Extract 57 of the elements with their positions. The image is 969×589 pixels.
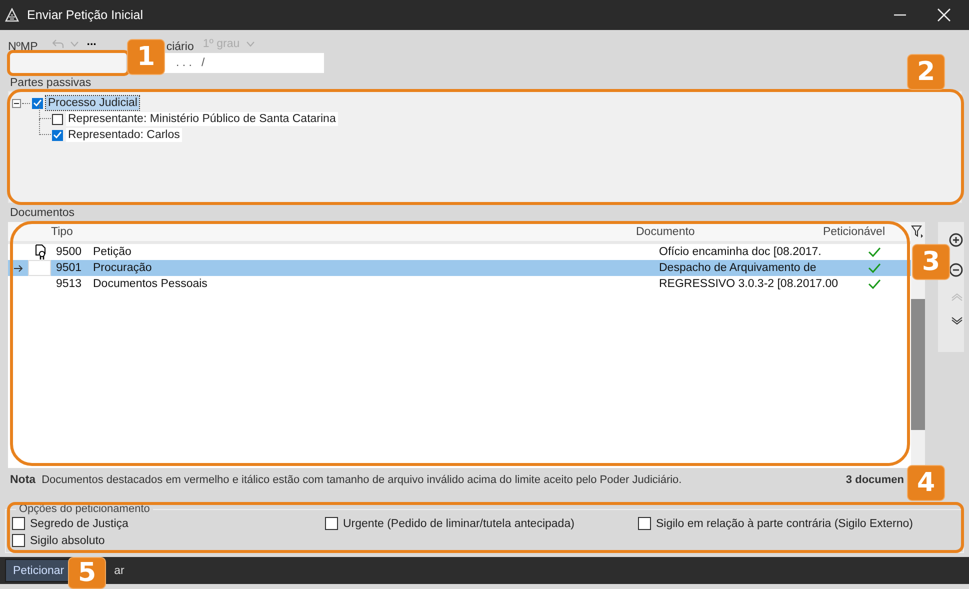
close-icon[interactable] <box>937 8 951 22</box>
process-field[interactable]: . . . / <box>164 53 324 73</box>
checkbox[interactable] <box>638 517 651 530</box>
move-down-icon[interactable] <box>951 317 963 325</box>
checkbox[interactable] <box>52 130 63 140</box>
tree-item[interactable]: Representante: Ministério Público de Santa Catarina <box>66 112 338 126</box>
table-cell-text: Documentos Pessoais <box>93 278 208 290</box>
table-row[interactable]: 9513 Documentos Pessoais REGRESSIVO 3.0.3-2 [08.2017.00 <box>8 276 911 292</box>
note-text: Documentos destacados em vermelho e itálico estão com tamanho de arquivo inválido acima do limite aceito pelo Poder Judiciário. <box>42 474 682 486</box>
more-button[interactable]: ... <box>86 36 96 48</box>
table-cell-text: Ofício encaminha doc [08.2017. <box>659 246 822 258</box>
checkbox[interactable] <box>52 114 63 124</box>
mp-label: NºMP <box>8 41 38 53</box>
step-badge: 3 <box>912 244 950 280</box>
table-cell-text: 9513 <box>55 278 83 290</box>
table-cell-text: 9500 <box>55 246 83 258</box>
step-badge: 4 <box>907 465 945 501</box>
check-icon <box>53 131 62 139</box>
step-badge: 2 <box>907 54 945 90</box>
remove-icon[interactable] <box>949 263 963 277</box>
mp-field[interactable] <box>8 53 126 73</box>
app-logo-icon <box>5 8 19 22</box>
table-cell: REGRESSIVO 3.0.3-2 [08.2017.00 <box>659 278 839 290</box>
caret-icon <box>246 41 255 47</box>
checkbox[interactable] <box>325 517 338 530</box>
table-cell-text: Despacho de Arquivamento de <box>659 262 818 274</box>
checkbox-label[interactable]: Sigilo em relação à parte contrária (Sigilo Externo) <box>656 518 913 530</box>
tree-item[interactable]: Representado: Carlos <box>66 128 182 142</box>
column-header[interactable]: Tipo <box>28 226 636 238</box>
selected-row[interactable]: 9501 Procuração Despacho de Arquivamento de <box>8 260 911 276</box>
tree-item[interactable]: Processo Judicial <box>46 96 140 110</box>
table-cell-text: 9501 <box>55 262 83 274</box>
checkbox-label[interactable]: Segredo de Justiça <box>30 518 128 530</box>
court-label: ciário <box>166 41 194 53</box>
note-label: Nota <box>10 474 36 486</box>
table-cell-text: Procuração <box>93 262 153 274</box>
step-badge: 5 <box>68 557 106 589</box>
add-icon[interactable] <box>949 233 963 247</box>
filter-icon[interactable] <box>911 225 924 239</box>
collapse-toggle[interactable] <box>12 98 21 108</box>
check-icon <box>33 99 42 107</box>
column-header[interactable]: Documento <box>636 226 815 238</box>
checkbox[interactable] <box>32 98 43 108</box>
group-title: Partes passivas <box>10 77 92 89</box>
checkbox[interactable] <box>12 517 25 530</box>
checkbox[interactable] <box>12 534 25 547</box>
checkbox-label[interactable]: Sigilo absoluto <box>30 534 105 546</box>
checkbox-label[interactable]: Urgente (Pedido de liminar/tutela antecipada) <box>343 518 574 530</box>
collapse-icon <box>12 98 21 108</box>
action-button[interactable]: ar <box>110 559 128 582</box>
document-count: 3 documen <box>846 474 904 486</box>
group-title: Documentos <box>10 207 75 219</box>
window-title: Enviar Petição Inicial <box>27 8 144 22</box>
table-row[interactable]: 9500 Petição Ofício encaminha doc [08.2017. <box>8 244 911 260</box>
step-badge: 1 <box>127 39 165 75</box>
column-header[interactable]: Peticionável <box>815 226 889 238</box>
table-cell-text: Petição <box>93 246 132 258</box>
